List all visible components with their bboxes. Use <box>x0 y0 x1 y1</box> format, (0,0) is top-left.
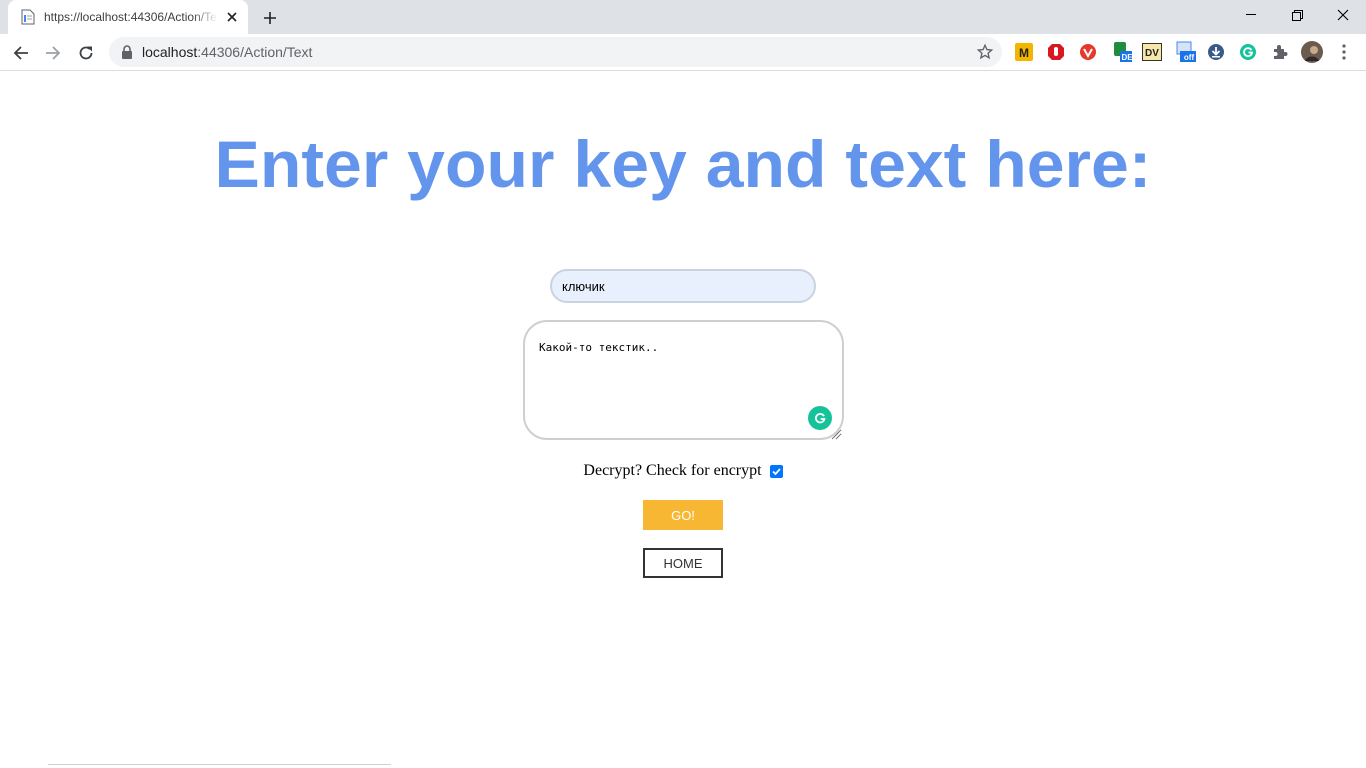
page-content: Enter your key and text here: Какой-то т… <box>0 71 1366 768</box>
extension-off-icon[interactable]: off <box>1176 41 1196 62</box>
address-bar[interactable]: localhost:44306/Action/Text <box>109 37 1002 67</box>
browser-tab[interactable]: https://localhost:44306/Action/Text <box>8 0 248 34</box>
ext-off-label: off <box>1184 53 1195 62</box>
url-path: :44306/Action/Text <box>197 44 313 60</box>
grammarly-icon[interactable] <box>808 406 832 430</box>
ext-m-label: M <box>1019 46 1029 60</box>
lock-icon[interactable] <box>121 45 135 59</box>
checkbox-label: Decrypt? Check for encrypt <box>583 462 762 479</box>
bookmark-star-icon[interactable] <box>976 43 994 61</box>
vivaldi-icon[interactable] <box>1078 42 1098 62</box>
text-input[interactable]: Какой-то текстик.. <box>523 320 844 440</box>
close-window-button[interactable] <box>1320 0 1366 30</box>
page-icon <box>20 9 36 25</box>
ext-dv-label: DV <box>1145 48 1159 59</box>
close-icon[interactable] <box>224 9 240 25</box>
encrypt-checkbox[interactable] <box>769 464 783 478</box>
url-text: localhost:44306/Action/Text <box>142 44 312 60</box>
restore-button[interactable] <box>1274 0 1320 30</box>
tab-strip: https://localhost:44306/Action/Text <box>0 0 1366 34</box>
go-button[interactable]: GO! <box>643 500 723 530</box>
page-title: Enter your key and text here: <box>214 127 1152 201</box>
minimize-button[interactable] <box>1228 0 1274 30</box>
divider <box>48 764 391 765</box>
browser-toolbar: localhost:44306/Action/Text M DE DV off <box>0 34 1366 71</box>
ext-de-label: DE <box>1121 53 1132 62</box>
forward-button[interactable] <box>39 39 67 67</box>
extension-m-icon[interactable]: M <box>1014 42 1034 62</box>
avatar[interactable] <box>1301 41 1323 63</box>
grammarly-icon[interactable] <box>1238 42 1258 62</box>
puzzle-icon[interactable] <box>1270 42 1290 62</box>
url-host: localhost <box>142 44 198 60</box>
resize-handle-icon[interactable] <box>830 427 840 440</box>
extension-dv-icon[interactable]: DV <box>1142 42 1162 62</box>
encrypt-option: Decrypt? Check for encrypt <box>0 462 1366 480</box>
back-button[interactable] <box>7 39 35 67</box>
tab-title: https://localhost:44306/Action/Text <box>44 10 218 24</box>
stop-icon[interactable] <box>1046 42 1066 62</box>
key-input[interactable] <box>550 269 816 303</box>
extension-de-icon[interactable]: DE <box>1112 42 1132 62</box>
new-tab-button[interactable] <box>258 7 282 29</box>
menu-dots-icon[interactable] <box>1334 42 1354 62</box>
home-button[interactable]: HOME <box>643 548 723 578</box>
reload-button[interactable] <box>72 39 100 67</box>
download-icon[interactable] <box>1206 42 1226 62</box>
